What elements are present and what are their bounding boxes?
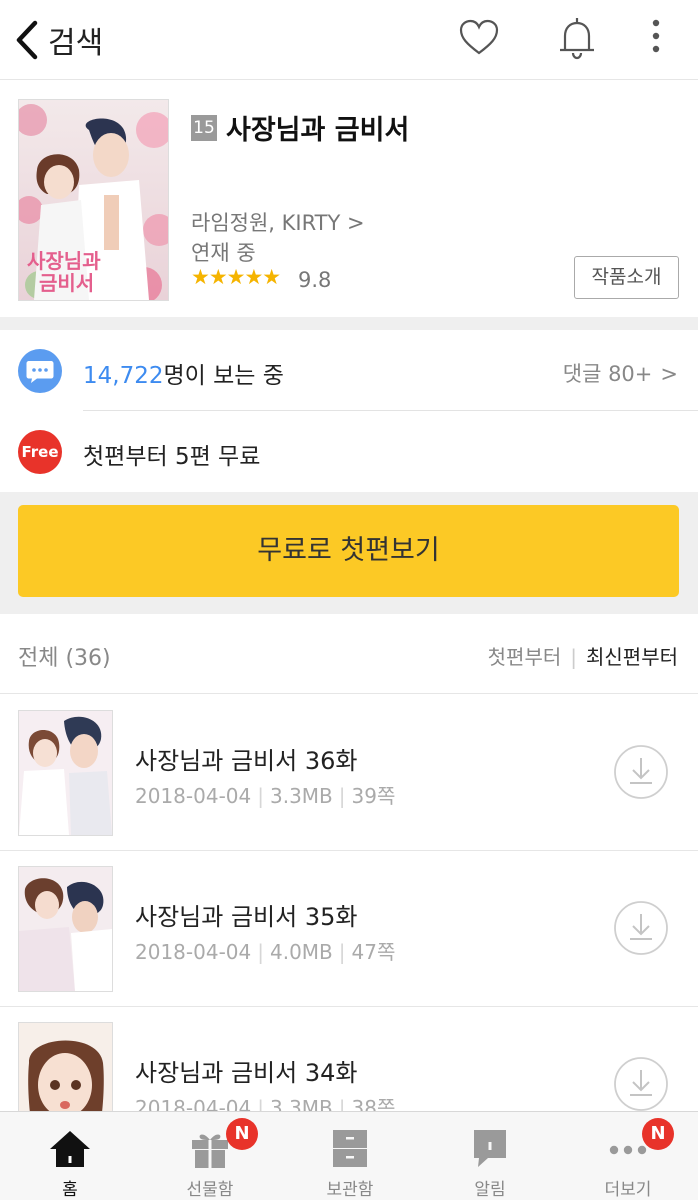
episode-title: 사장님과 금비서 34화 bbox=[135, 1059, 358, 1087]
favorite-button[interactable] bbox=[457, 16, 501, 60]
episode-date: 2018-04-04 bbox=[135, 940, 252, 964]
home-icon bbox=[50, 1131, 90, 1167]
viewer-count: 14,722 bbox=[83, 363, 164, 389]
comments-label: 댓글 80+ bbox=[562, 362, 653, 386]
new-badge: N bbox=[226, 1118, 258, 1150]
chat-bubble-icon bbox=[18, 349, 62, 393]
comic-detail-page: 검색 사장님과 금비서 15 사장님과 금비서 라임정원, KIRTY > 연재… bbox=[0, 0, 698, 1200]
back-button[interactable]: 검색 bbox=[14, 18, 103, 62]
tab-home[interactable]: 홈 bbox=[0, 1112, 140, 1200]
tab-label: 알림 bbox=[474, 1180, 506, 1200]
svg-text:금비서: 금비서 bbox=[39, 271, 94, 295]
episode-row[interactable]: 사장님과 금비서 36화 2018-04-04 | 3.3MB | 39쪽 bbox=[0, 695, 698, 851]
tab-label: 선물함 bbox=[186, 1180, 234, 1200]
comic-authors-link[interactable]: 라임정원, KIRTY > bbox=[191, 207, 365, 237]
meta-separator: | bbox=[257, 784, 264, 808]
episode-thumbnail bbox=[18, 866, 113, 992]
episode-size: 3.3MB bbox=[269, 784, 333, 808]
chevron-right-icon: > bbox=[660, 362, 678, 386]
viewers-text: 14,722명이 보는 중 bbox=[83, 356, 284, 390]
tab-archive[interactable]: 보관함 bbox=[280, 1112, 420, 1200]
new-badge: N bbox=[642, 1118, 674, 1150]
notification-bell-button[interactable] bbox=[555, 16, 599, 60]
age-rating-badge: 15 bbox=[191, 115, 217, 141]
comments-link[interactable]: 댓글 80+ > bbox=[563, 358, 678, 388]
free-episodes-text: 첫편부터 5편 무료 bbox=[83, 444, 261, 470]
episode-title: 사장님과 금비서 35화 bbox=[135, 903, 358, 931]
episode-thumbnail bbox=[18, 710, 113, 836]
free-episodes-row: Free 첫편부터 5편 무료 bbox=[0, 411, 698, 491]
viewer-suffix: 명이 보는 중 bbox=[163, 363, 284, 389]
download-button[interactable] bbox=[613, 1056, 669, 1112]
more-vertical-icon bbox=[652, 19, 660, 53]
top-bar: 검색 bbox=[0, 0, 698, 80]
download-button[interactable] bbox=[613, 744, 669, 800]
episode-row[interactable]: 사장님과 금비서 35화 2018-04-04 | 4.0MB | 47쪽 bbox=[0, 851, 698, 1007]
download-icon bbox=[614, 901, 668, 955]
episode-list-header: 전체 (36) 첫편부터 | 최신편부터 bbox=[0, 614, 698, 694]
tab-more[interactable]: N 더보기 bbox=[558, 1112, 698, 1200]
svg-text:사장님과: 사장님과 bbox=[27, 249, 101, 273]
bottom-navigation: 홈 N 선물함 보관함 알림 N 더보기 bbox=[0, 1111, 698, 1200]
back-chevron-icon bbox=[16, 20, 38, 60]
comic-intro-button[interactable]: 작품소개 bbox=[574, 256, 679, 299]
download-icon bbox=[614, 745, 668, 799]
comic-title: 사장님과 금비서 bbox=[226, 115, 410, 146]
read-first-free-button[interactable]: 무료로 첫편보기 bbox=[18, 505, 679, 597]
episode-meta: 2018-04-04 | 3.3MB | 39쪽 bbox=[135, 780, 395, 809]
episode-meta: 2018-04-04 | 4.0MB | 47쪽 bbox=[135, 936, 395, 965]
more-options-button[interactable] bbox=[634, 16, 678, 60]
sort-latest-option[interactable]: 최신편부터 bbox=[586, 645, 678, 669]
sort-first-option[interactable]: 첫편부터 bbox=[488, 645, 562, 669]
section-divider bbox=[0, 317, 698, 330]
download-icon bbox=[614, 1057, 668, 1111]
comic-cover-image[interactable]: 사장님과 금비서 bbox=[15, 99, 175, 303]
sort-options: 첫편부터 | 최신편부터 bbox=[488, 641, 678, 670]
episode-pages: 47쪽 bbox=[351, 940, 396, 964]
tab-gift-box[interactable]: N 선물함 bbox=[140, 1112, 280, 1200]
episode-total-count: 전체 (36) bbox=[18, 646, 111, 671]
episode-pages: 39쪽 bbox=[351, 784, 396, 808]
tab-notifications[interactable]: 알림 bbox=[420, 1112, 560, 1200]
free-badge-icon: Free bbox=[18, 430, 62, 474]
back-label: 검색 bbox=[48, 26, 104, 61]
tab-label: 보관함 bbox=[326, 1180, 374, 1200]
viewers-row[interactable]: 14,722명이 보는 중 댓글 80+ > bbox=[0, 330, 698, 410]
comic-info-section: 사장님과 금비서 15 사장님과 금비서 라임정원, KIRTY > 연재 중 … bbox=[0, 81, 698, 317]
notification-icon bbox=[474, 1130, 506, 1167]
archive-icon bbox=[333, 1130, 367, 1167]
download-button[interactable] bbox=[613, 900, 669, 956]
heart-icon bbox=[459, 19, 499, 55]
meta-separator: | bbox=[338, 940, 346, 964]
bell-icon bbox=[560, 18, 594, 60]
meta-separator: | bbox=[257, 940, 264, 964]
sort-separator: | bbox=[570, 645, 577, 669]
tab-label: 더보기 bbox=[604, 1180, 652, 1200]
episode-date: 2018-04-04 bbox=[135, 784, 252, 808]
episode-title: 사장님과 금비서 36화 bbox=[135, 747, 358, 775]
rating-score: 9.8 bbox=[298, 268, 332, 292]
serialization-status: 연재 중 bbox=[191, 241, 256, 265]
star-rating-icon: ★★★★★ bbox=[191, 265, 281, 289]
tab-label: 홈 bbox=[62, 1180, 78, 1200]
episode-size: 4.0MB bbox=[269, 940, 333, 964]
meta-separator: | bbox=[338, 784, 346, 808]
